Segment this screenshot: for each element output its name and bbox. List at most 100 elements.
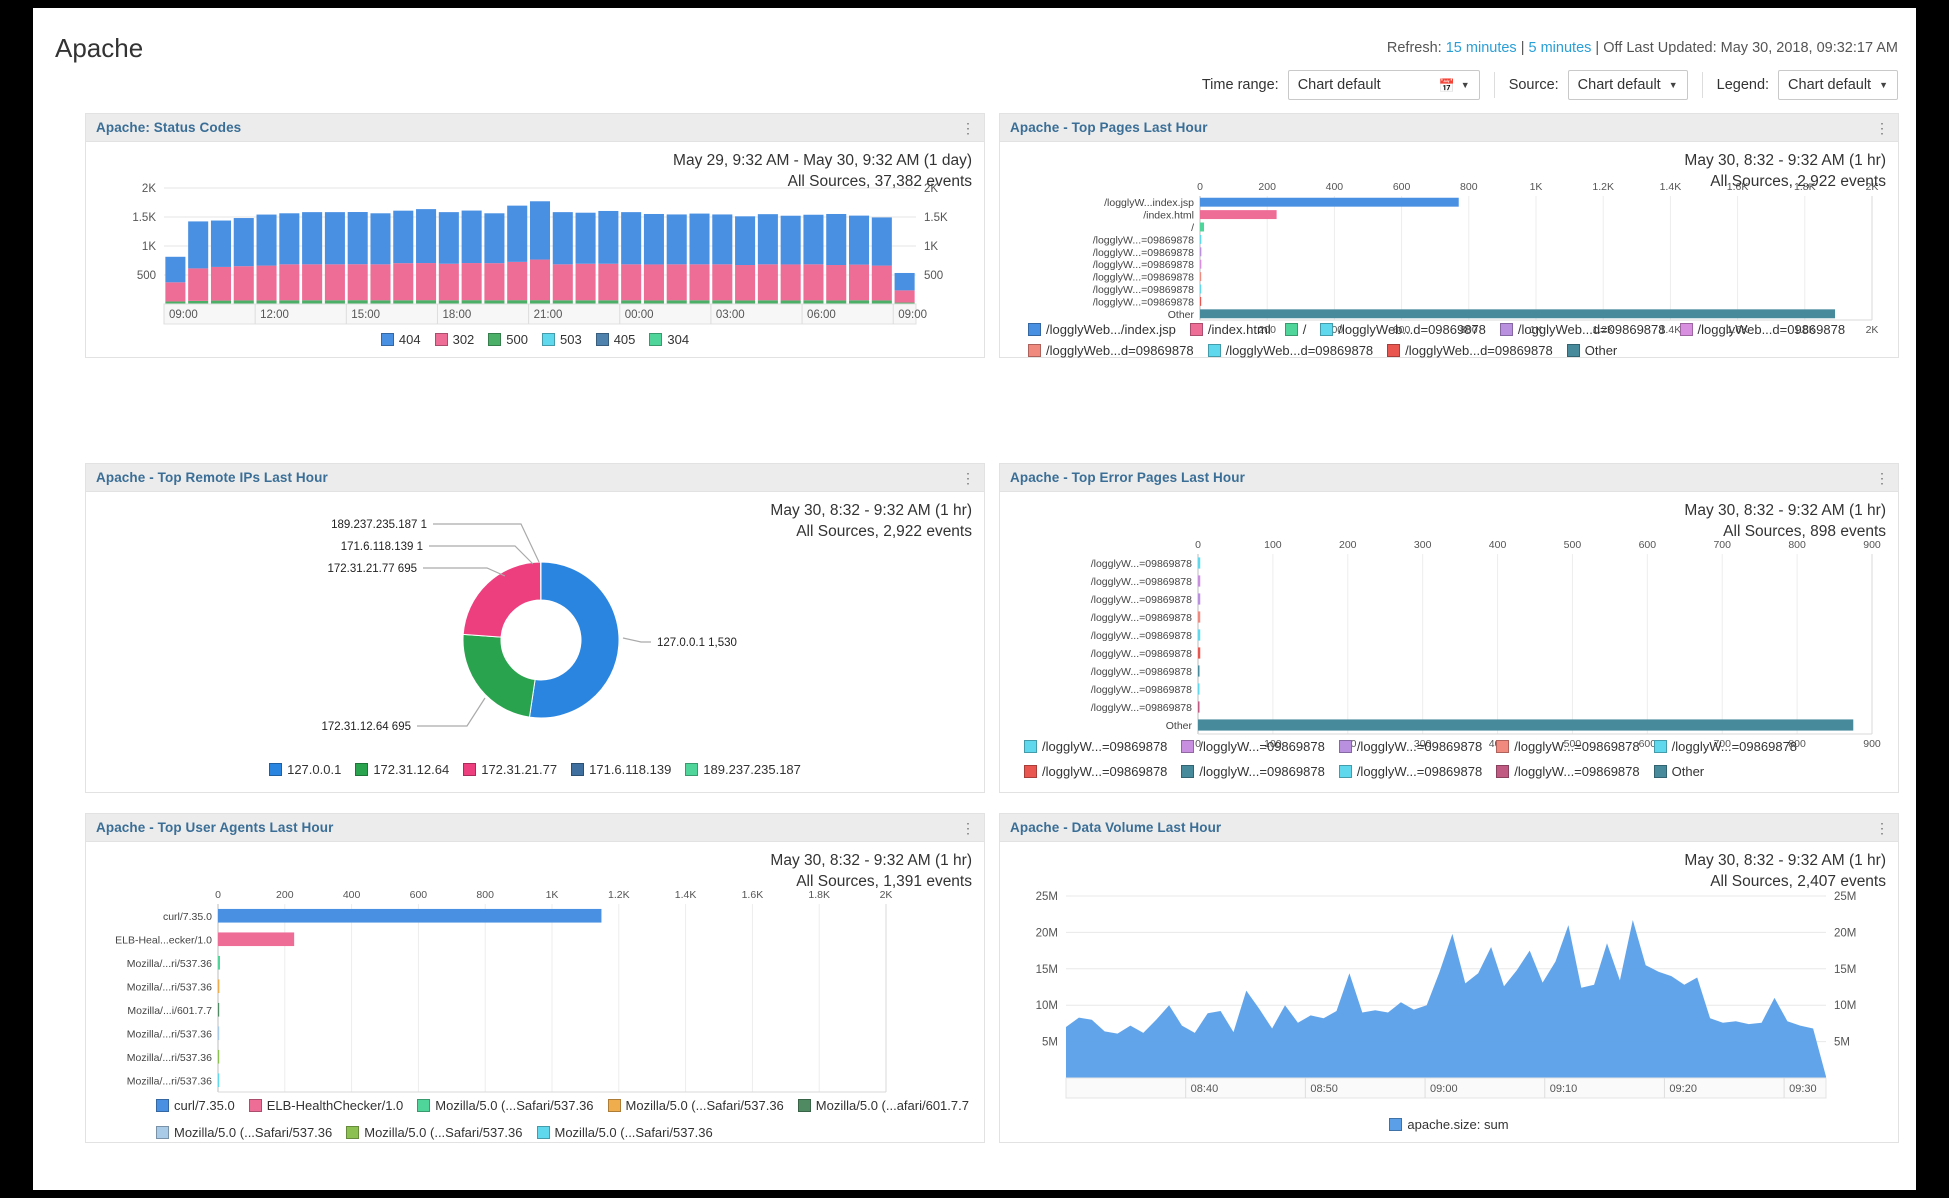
legend-item[interactable]: Mozilla/5.0 (...Safari/537.36 (536, 1122, 713, 1144)
legend-item[interactable]: ELB-HealthChecker/1.0 (248, 1095, 403, 1117)
bar-segment[interactable] (826, 213, 847, 266)
bar-segment[interactable] (461, 300, 482, 304)
legend-item[interactable]: 171.6.118.139 (571, 762, 671, 777)
bar-segment[interactable] (871, 217, 892, 266)
bar-segment[interactable] (735, 216, 756, 266)
legend-item[interactable]: 404 (380, 332, 421, 347)
legend-select[interactable]: Chart default ▼ (1778, 70, 1898, 100)
bar-segment[interactable] (324, 212, 345, 265)
bar-segment[interactable] (803, 300, 824, 304)
legend-item[interactable]: /logglyWeb...d=09869878 (1679, 322, 1845, 338)
bar-segment[interactable] (484, 300, 505, 304)
legend-item[interactable]: Other (1566, 343, 1617, 359)
bar[interactable] (218, 932, 295, 947)
bar-segment[interactable] (552, 212, 573, 265)
bar[interactable] (1198, 575, 1201, 587)
bar-segment[interactable] (393, 300, 414, 304)
bar[interactable] (218, 979, 220, 994)
bar-segment[interactable] (803, 264, 824, 301)
bar-segment[interactable] (575, 263, 596, 301)
legend-item[interactable]: 405 (595, 332, 635, 347)
bar-segment[interactable] (552, 264, 573, 301)
bar-segment[interactable] (871, 300, 892, 304)
panel-menu-icon[interactable]: ⋮ (961, 121, 975, 135)
bar-segment[interactable] (233, 218, 254, 267)
bar-segment[interactable] (689, 300, 710, 304)
bar-segment[interactable] (188, 268, 209, 301)
bar-segment[interactable] (712, 300, 733, 304)
legend-item[interactable]: /logglyW...=09869878 (1653, 737, 1797, 757)
legend-item[interactable]: /logglyWeb...d=09869878 (1387, 343, 1553, 359)
bar[interactable] (1200, 210, 1277, 220)
bar-segment[interactable] (461, 263, 482, 301)
legend-item[interactable]: 172.31.21.77 (463, 762, 557, 777)
bar-segment[interactable] (256, 300, 277, 304)
bar-segment[interactable] (165, 256, 186, 283)
legend-item[interactable]: /logglyW...=09869878 (1338, 737, 1482, 757)
bar-segment[interactable] (507, 261, 528, 301)
chevron-down-icon[interactable]: ▼ (1461, 80, 1470, 90)
bar-segment[interactable] (165, 282, 186, 302)
bar-segment[interactable] (689, 213, 710, 265)
bar-segment[interactable] (575, 300, 596, 304)
bar-segment[interactable] (233, 300, 254, 304)
bar-segment[interactable] (643, 300, 664, 304)
bar-segment[interactable] (188, 300, 209, 304)
bar-segment[interactable] (210, 220, 231, 267)
bar-segment[interactable] (347, 264, 368, 301)
bar-segment[interactable] (849, 264, 870, 301)
bar-segment[interactable] (529, 259, 551, 301)
source-select[interactable]: Chart default ▼ (1567, 70, 1688, 100)
refresh-15min-link[interactable]: 15 minutes (1446, 40, 1517, 56)
legend-item[interactable]: Mozilla/5.0 (...Safari/537.36 (417, 1095, 594, 1117)
legend-item[interactable]: /logglyWeb...d=09869878 (1499, 322, 1666, 338)
bar-segment[interactable] (484, 263, 505, 301)
bar-segment[interactable] (393, 263, 414, 301)
bar[interactable] (1198, 683, 1200, 695)
bar-segment[interactable] (712, 264, 733, 301)
legend-item[interactable]: /logglyWeb...d=09869878 (1207, 343, 1373, 359)
bar-segment[interactable] (621, 300, 642, 304)
bar-segment[interactable] (780, 300, 801, 304)
legend-item[interactable]: Mozilla/5.0 (...Safari/537.36 (346, 1122, 523, 1144)
bar-segment[interactable] (347, 212, 368, 265)
bar[interactable] (1200, 234, 1202, 244)
bar-segment[interactable] (757, 214, 778, 265)
legend-item[interactable]: /logglyWeb...d=09869878 (1028, 343, 1194, 359)
bar[interactable] (1198, 701, 1200, 713)
legend-item[interactable]: /logglyW...=09869878 (1496, 762, 1640, 782)
bar-segment[interactable] (643, 213, 664, 265)
bar-segment[interactable] (302, 264, 323, 301)
bar[interactable] (1198, 665, 1200, 677)
bar-segment[interactable] (438, 212, 459, 264)
bar-segment[interactable] (712, 214, 733, 265)
bar-segment[interactable] (370, 264, 391, 301)
panel-menu-icon[interactable]: ⋮ (1875, 821, 1889, 835)
legend-item[interactable]: 127.0.0.1 (269, 762, 341, 777)
bar-segment[interactable] (302, 212, 323, 265)
bar-segment[interactable] (666, 214, 687, 265)
bar[interactable] (1200, 247, 1202, 257)
legend-item[interactable]: 500 (488, 332, 528, 347)
donut-slice[interactable] (462, 633, 536, 718)
bar[interactable] (218, 1049, 220, 1064)
bar-segment[interactable] (438, 263, 459, 301)
bar-segment[interactable] (370, 300, 391, 304)
bar[interactable] (1200, 284, 1202, 294)
bar-segment[interactable] (849, 300, 870, 304)
bar-segment[interactable] (757, 264, 778, 301)
panel-menu-icon[interactable]: ⋮ (1875, 471, 1889, 485)
legend-item[interactable]: /logglyWeb...d=09869878 (1320, 322, 1486, 338)
bar-segment[interactable] (393, 210, 414, 264)
bar[interactable] (218, 1002, 220, 1017)
bar[interactable] (218, 1026, 220, 1041)
bar[interactable] (1200, 309, 1836, 319)
bar-segment[interactable] (666, 300, 687, 304)
bar[interactable] (1198, 629, 1201, 641)
legend-item[interactable]: /logglyW...=09869878 (1024, 737, 1167, 757)
refresh-off-label[interactable]: Off (1603, 40, 1622, 56)
bar-segment[interactable] (529, 300, 551, 304)
bar-segment[interactable] (416, 209, 437, 264)
bar-segment[interactable] (416, 263, 437, 301)
bar-segment[interactable] (507, 300, 528, 304)
